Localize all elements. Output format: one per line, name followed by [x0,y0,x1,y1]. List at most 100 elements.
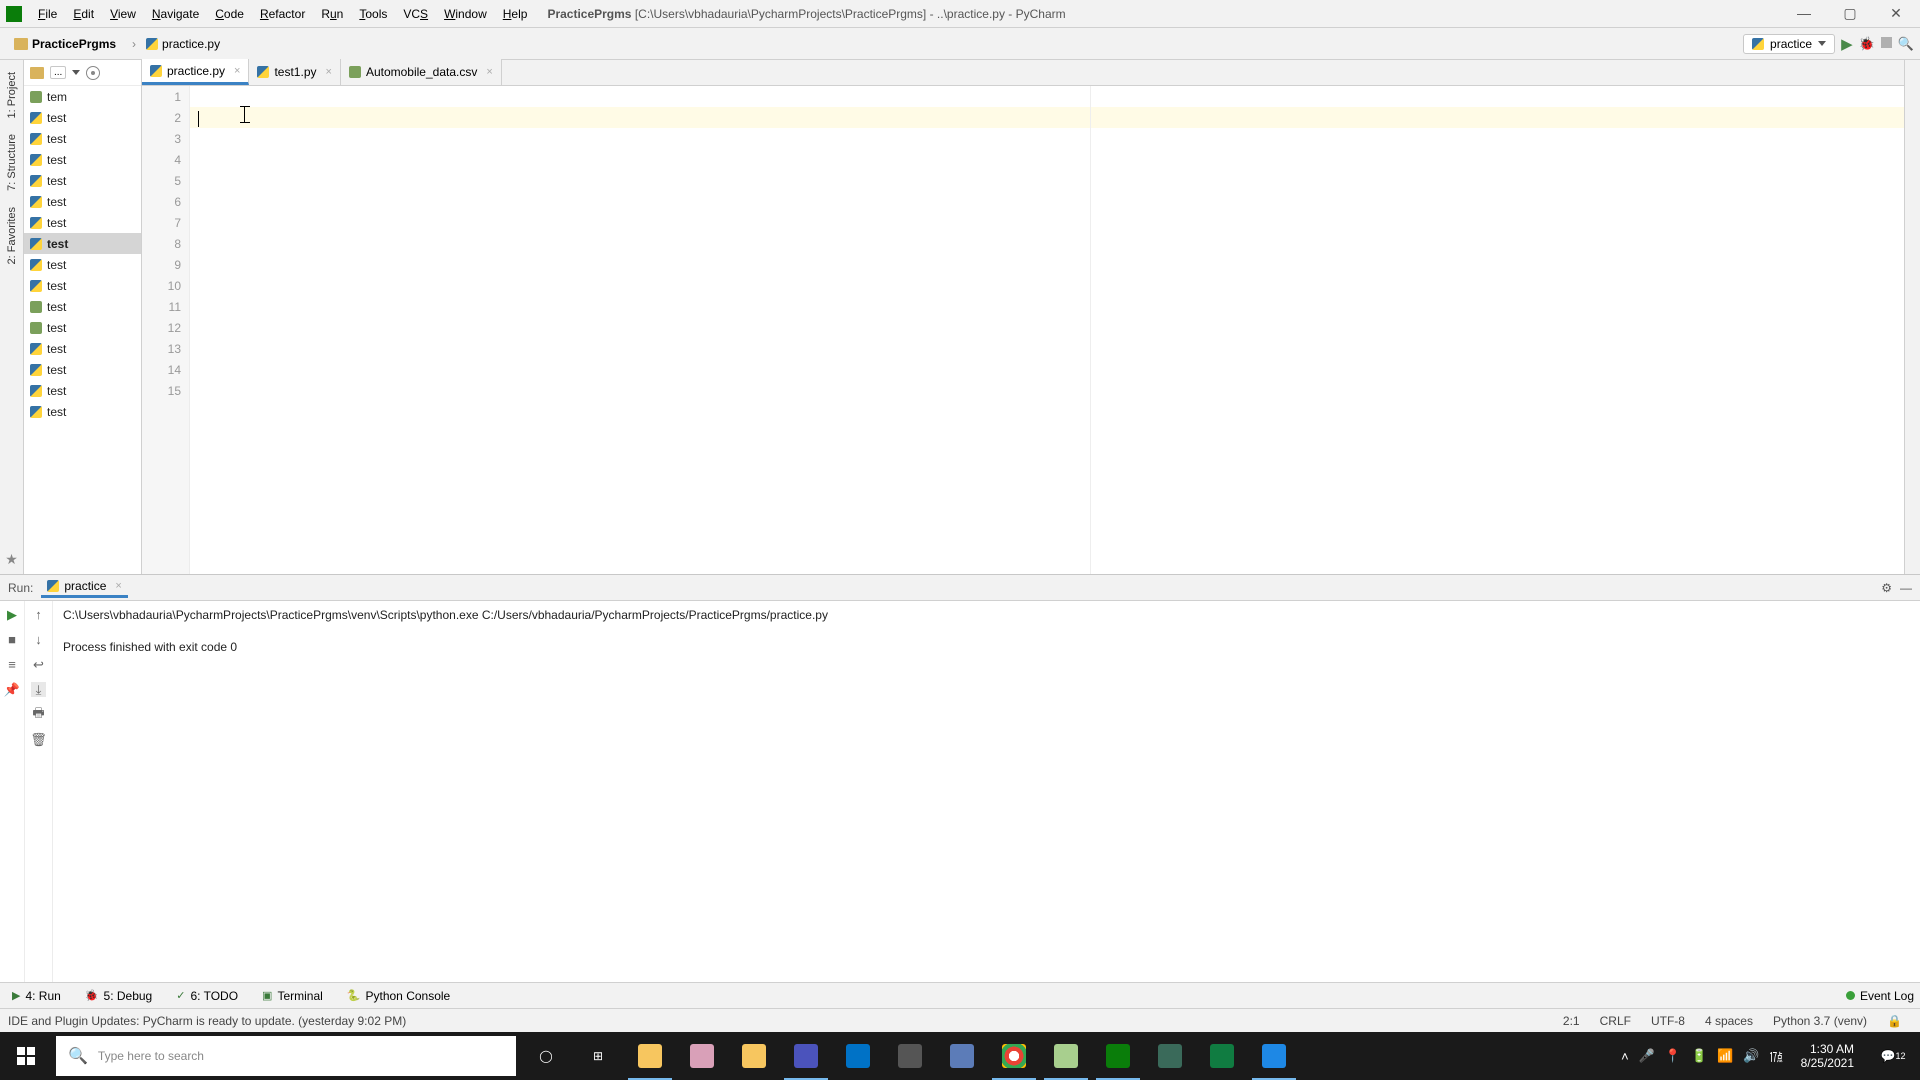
taskbar-app[interactable] [884,1032,936,1080]
editor-tab[interactable]: practice.py× [142,59,249,85]
taskbar-app[interactable] [1144,1032,1196,1080]
stop-button[interactable] [1881,37,1892,51]
toolwin-todo-tab[interactable]: ✓6: TODO [170,986,244,1006]
menu-run[interactable]: Run [313,4,351,24]
toolwin-terminal-tab[interactable]: ▣Terminal [256,986,329,1006]
search-everywhere-button[interactable]: 🔍 [1898,36,1914,52]
toolwin-python-console-tab[interactable]: 🐍Python Console [341,986,456,1006]
project-tree-item[interactable]: test [24,149,141,170]
menu-vcs[interactable]: VCS [395,4,436,24]
project-tree-item[interactable]: test [24,296,141,317]
event-log-button[interactable]: Event Log [1846,989,1914,1003]
taskbar-search[interactable]: 🔍Type here to search [56,1036,516,1076]
menu-code[interactable]: Code [207,4,252,24]
taskbar-teams[interactable] [780,1032,832,1080]
toolwin-debug-tab[interactable]: 🐞5: Debug [79,986,158,1006]
close-icon[interactable]: × [115,580,121,592]
project-tree-item[interactable]: test [24,338,141,359]
tray-volume-icon[interactable]: 🔊 [1743,1048,1759,1064]
close-button[interactable]: ✕ [1882,5,1910,22]
scroll-end-button[interactable]: ⤓ [31,682,46,697]
menu-refactor[interactable]: Refactor [252,4,313,24]
breadcrumb-root[interactable]: PracticePrgms [6,35,124,53]
interpreter-setting[interactable]: Python 3.7 (venv) [1763,1014,1877,1028]
soft-wrap-button[interactable]: ↩ [31,657,46,672]
project-tree-item[interactable]: test [24,170,141,191]
taskbar-chrome[interactable] [988,1032,1040,1080]
caret-position[interactable]: 2:1 [1553,1014,1590,1028]
taskbar-pycharm[interactable] [1092,1032,1144,1080]
file-encoding[interactable]: UTF-8 [1641,1014,1695,1028]
toolwin-project[interactable]: 1: Project [4,64,20,126]
taskbar-taskview[interactable]: ⊞ [572,1032,624,1080]
taskbar-outlook[interactable] [832,1032,884,1080]
gear-icon[interactable]: ⚙ [1881,581,1892,595]
toolwin-run-tab[interactable]: ▶4: Run [6,986,67,1006]
project-tree-item[interactable]: test [24,107,141,128]
taskbar-app[interactable] [728,1032,780,1080]
toolwin-structure[interactable]: 7: Structure [4,126,20,199]
project-tree-item[interactable]: test [24,254,141,275]
print-button[interactable]: 🖶 [31,707,46,722]
minimize-button[interactable]: — [1790,5,1818,22]
indent-setting[interactable]: 4 spaces [1695,1014,1763,1028]
clear-button[interactable]: 🗑 [31,732,46,747]
taskbar-excel[interactable] [1196,1032,1248,1080]
close-icon[interactable]: × [326,66,332,78]
up-trace-button[interactable]: ↑ [31,607,46,622]
rerun-button[interactable]: ▶ [5,607,20,622]
chevron-down-icon[interactable] [72,70,80,75]
editor-tab[interactable]: test1.py× [249,59,340,85]
code-editor[interactable]: 123456789101112131415 [142,86,1904,574]
project-tree-item[interactable]: test [24,128,141,149]
down-trace-button[interactable]: ↓ [31,632,46,647]
stop-process-button[interactable]: ■ [5,632,20,647]
menu-view[interactable]: View [102,4,144,24]
menu-help[interactable]: Help [495,4,536,24]
start-button[interactable] [0,1032,52,1080]
project-tree-item[interactable]: test [24,317,141,338]
taskbar-app[interactable] [936,1032,988,1080]
project-dropdown[interactable]: ... [50,66,66,79]
project-tree-item[interactable]: test [24,359,141,380]
layout-button[interactable]: ≡ [5,657,20,672]
run-config-selector[interactable]: practice [1743,34,1835,54]
run-button[interactable]: ▶ [1841,35,1853,53]
close-icon[interactable]: × [234,65,240,77]
readonly-lock-icon[interactable]: 🔒 [1877,1014,1912,1028]
action-center-button[interactable]: 💬12 [1872,1032,1914,1080]
taskbar-notepad[interactable] [1040,1032,1092,1080]
select-opened-file-icon[interactable] [86,66,100,80]
taskbar-app[interactable] [676,1032,728,1080]
project-tree-item[interactable]: test [24,191,141,212]
tray-mic-icon[interactable]: 🎤 [1639,1048,1655,1064]
tray-language-icon[interactable]: ㍩ [1770,1047,1783,1066]
toolwin-favorites[interactable]: 2: Favorites [4,199,20,272]
taskbar-cortana[interactable]: ◯ [520,1032,572,1080]
project-tree-item[interactable]: test [24,212,141,233]
maximize-button[interactable]: ▢ [1836,5,1864,22]
status-message[interactable]: IDE and Plugin Updates: PyCharm is ready… [8,1014,406,1028]
pin-button[interactable]: 📌 [5,682,20,697]
breadcrumb-file[interactable]: practice.py [124,35,228,53]
tray-chevron-icon[interactable]: ˄ [1621,1049,1629,1064]
star-icon[interactable]: ★ [5,551,18,568]
menu-edit[interactable]: Edit [65,4,102,24]
project-tree-item[interactable]: test [24,380,141,401]
project-tree-item[interactable]: tem [24,86,141,107]
project-tree-item[interactable]: test [24,275,141,296]
tray-battery-icon[interactable]: 🔋 [1691,1048,1707,1064]
close-icon[interactable]: × [486,66,492,78]
line-separator[interactable]: CRLF [1590,1014,1641,1028]
run-panel-tab[interactable]: practice × [41,577,127,598]
menu-window[interactable]: Window [436,4,495,24]
console-output[interactable]: C:\Users\vbhadauria\PycharmProjects\Prac… [53,601,1920,982]
editor-tab[interactable]: Automobile_data.csv× [341,59,502,85]
menu-tools[interactable]: Tools [351,4,395,24]
project-tree-item[interactable]: test [24,233,141,254]
project-tree-item[interactable]: test [24,401,141,422]
menu-file[interactable]: File [30,4,65,24]
tray-location-icon[interactable]: 📍 [1665,1048,1681,1064]
taskbar-explorer[interactable] [624,1032,676,1080]
hide-panel-button[interactable]: — [1900,581,1912,595]
